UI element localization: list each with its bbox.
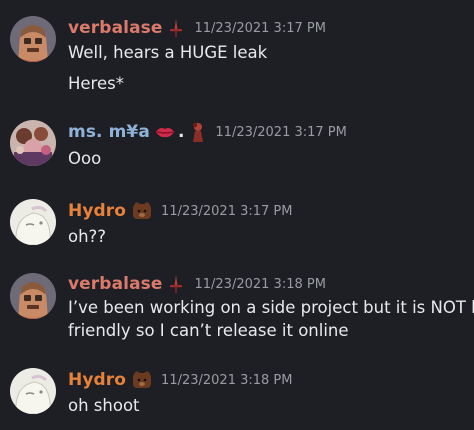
message-text: friendly so I can’t release it online (68, 321, 349, 340)
hydro-avatar-image (10, 199, 56, 245)
message-header: verbalase 11/23/2021 3:18 PM (68, 273, 326, 295)
lips-emoji-icon (155, 124, 175, 140)
name-badge-dot: . (177, 122, 185, 142)
chat-message-list: verbalase 11/23/2021 3:17 PM Well, hears… (0, 0, 474, 430)
message-text: I’ve been working on a side project but … (68, 298, 474, 317)
dagger-icon (167, 18, 185, 38)
message-text: oh?? (68, 227, 107, 246)
bear-icon (132, 371, 152, 389)
timestamp: 11/23/2021 3:18 PM (161, 372, 293, 388)
dagger-icon (167, 274, 185, 294)
avatar[interactable] (10, 368, 56, 414)
message-header: Hydro 11/23/2021 3:18 PM (68, 369, 293, 391)
mya-avatar-image (10, 120, 56, 166)
message-text: oh shoot (68, 396, 140, 415)
message-header: verbalase 11/23/2021 3:17 PM (68, 17, 326, 39)
username[interactable]: verbalase (68, 274, 162, 294)
message-text: Heres* (68, 74, 124, 93)
hydro-avatar-image (10, 368, 56, 414)
verbalase-avatar-image (10, 16, 56, 62)
avatar[interactable] (10, 273, 56, 319)
username[interactable]: Hydro (68, 201, 126, 221)
timestamp: 11/23/2021 3:17 PM (215, 124, 347, 140)
bear-icon (132, 202, 152, 220)
message-text: Ooo (68, 149, 102, 168)
avatar[interactable] (10, 120, 56, 166)
avatar[interactable] (10, 199, 56, 245)
username[interactable]: Hydro (68, 370, 126, 390)
username[interactable]: verbalase (68, 18, 162, 38)
timestamp: 11/23/2021 3:17 PM (161, 203, 293, 219)
timestamp: 11/23/2021 3:17 PM (194, 20, 326, 36)
message-text: Well, hears a HUGE leak (68, 43, 268, 62)
message-header: Hydro 11/23/2021 3:17 PM (68, 200, 293, 222)
figure-icon (190, 122, 206, 142)
username[interactable]: ms. m¥a (68, 122, 150, 142)
avatar[interactable] (10, 16, 56, 62)
message-header: ms. m¥a . 11/23/2021 3:17 PM (68, 121, 347, 143)
timestamp: 11/23/2021 3:18 PM (194, 276, 326, 292)
verbalase-avatar-image (10, 273, 56, 319)
